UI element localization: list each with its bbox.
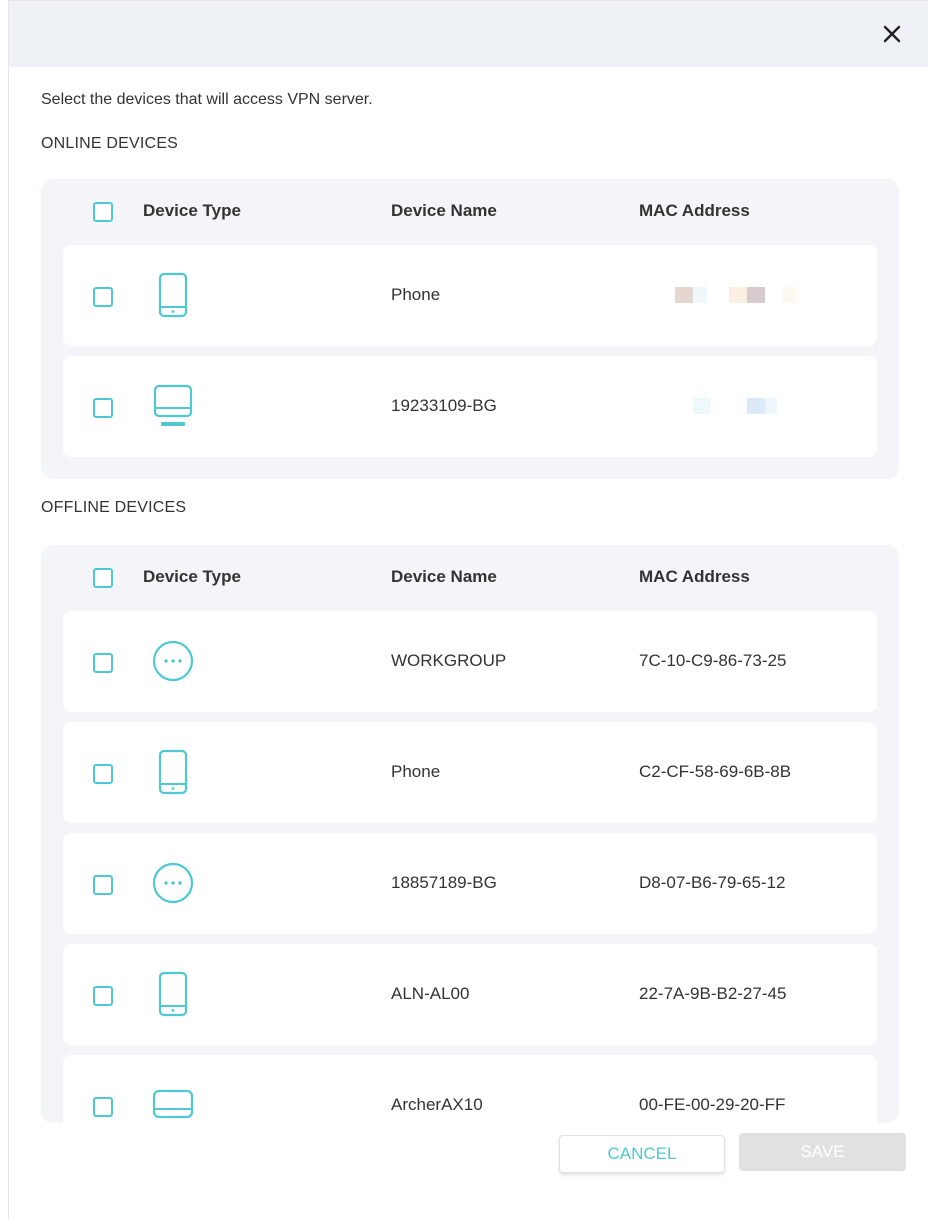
vpn-device-dialog: Select the devices that will access VPN … (8, 0, 928, 1219)
table-row[interactable]: ALN-AL00 22-7A-9B-B2-27-45 (63, 944, 877, 1045)
online-devices-panel: Device Type Device Name MAC Address Phon… (41, 179, 899, 479)
column-mac-address: MAC Address (639, 201, 750, 220)
column-device-type: Device Type (143, 567, 241, 586)
computer-icon (151, 380, 195, 432)
offline-select-all-checkbox[interactable] (93, 568, 113, 588)
device-name: Phone (391, 285, 441, 304)
router-icon (151, 1079, 195, 1123)
device-name: ALN-AL00 (391, 984, 470, 1003)
other-device-icon (151, 857, 195, 909)
phone-icon (151, 746, 195, 798)
offline-devices-panel: Device Type Device Name MAC Address WORK… (41, 545, 899, 1123)
device-name: 19233109-BG (391, 396, 497, 415)
device-checkbox[interactable] (93, 764, 113, 784)
save-button[interactable]: SAVE (739, 1133, 906, 1171)
offline-table-header: Device Type Device Name MAC Address (41, 545, 899, 611)
table-row[interactable]: 19233109-BG (63, 356, 877, 457)
instruction-text: Select the devices that will access VPN … (41, 91, 373, 108)
online-select-all-checkbox[interactable] (93, 202, 113, 222)
table-row[interactable]: ArcherAX10 00-FE-00-29-20-FF (63, 1055, 877, 1123)
device-name: Phone (391, 762, 441, 781)
column-mac-address: MAC Address (639, 567, 750, 586)
table-row[interactable]: Phone (63, 245, 877, 346)
phone-icon (151, 269, 195, 321)
close-button[interactable] (877, 19, 907, 49)
device-mac: 00-FE-00-29-20-FF (639, 1095, 786, 1114)
table-row[interactable]: WORKGROUP 7C-10-C9-86-73-25 (63, 611, 877, 712)
device-mac: D8-07-B6-79-65-12 (639, 873, 786, 892)
device-checkbox[interactable] (93, 986, 113, 1006)
table-row[interactable]: 18857189-BG D8-07-B6-79-65-12 (63, 833, 877, 934)
device-name: 18857189-BG (391, 873, 497, 892)
device-checkbox[interactable] (93, 1097, 113, 1117)
close-icon (883, 25, 901, 43)
column-device-type: Device Type (143, 201, 241, 220)
device-name: ArcherAX10 (391, 1095, 483, 1114)
device-checkbox[interactable] (93, 875, 113, 895)
cancel-button[interactable]: CANCEL (559, 1135, 725, 1173)
device-checkbox[interactable] (93, 653, 113, 673)
device-mac: 22-7A-9B-B2-27-45 (639, 984, 787, 1003)
dialog-header (9, 1, 928, 67)
device-name: WORKGROUP (391, 651, 507, 670)
device-mac: 7C-10-C9-86-73-25 (639, 651, 787, 670)
offline-devices-title: OFFLINE DEVICES (41, 499, 187, 516)
other-device-icon (151, 635, 195, 687)
online-devices-title: ONLINE DEVICES (41, 135, 179, 152)
device-checkbox[interactable] (93, 398, 113, 418)
column-device-name: Device Name (391, 201, 497, 220)
table-row[interactable]: Phone C2-CF-58-69-6B-8B (63, 722, 877, 823)
device-mac: C2-CF-58-69-6B-8B (639, 762, 792, 781)
online-table-header: Device Type Device Name MAC Address (41, 179, 899, 245)
device-checkbox[interactable] (93, 287, 113, 307)
column-device-name: Device Name (391, 567, 497, 586)
phone-icon (151, 968, 195, 1020)
